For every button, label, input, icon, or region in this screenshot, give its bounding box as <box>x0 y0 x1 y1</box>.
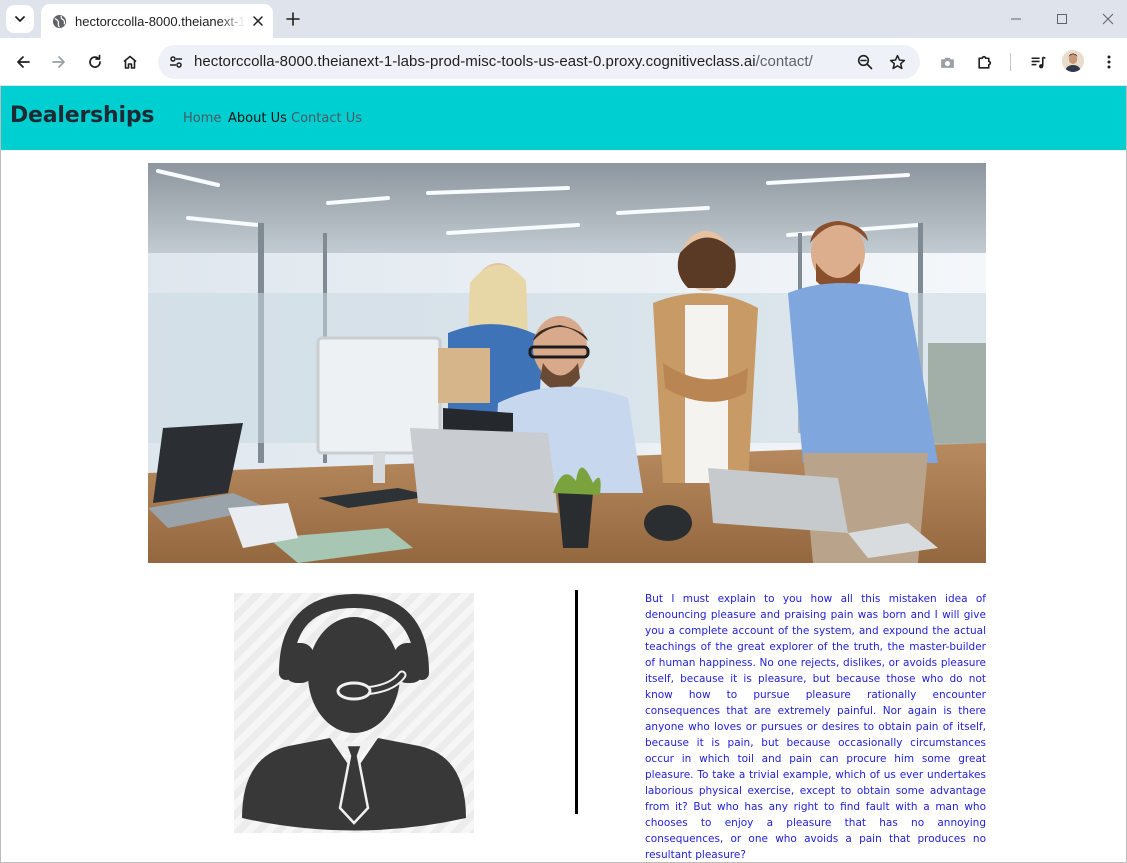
tab-close-button[interactable] <box>249 12 267 30</box>
bookmark-button[interactable] <box>887 52 907 72</box>
globe-icon <box>51 13 67 29</box>
content-divider <box>575 590 578 814</box>
extensions-button[interactable] <box>970 48 998 76</box>
tune-icon <box>170 56 182 68</box>
camera-icon <box>940 57 954 68</box>
arrow-left-icon <box>17 56 30 68</box>
nav-link-home[interactable]: Home <box>183 111 221 126</box>
new-tab-button[interactable] <box>282 8 304 30</box>
reload-button[interactable] <box>81 48 109 76</box>
tab-search-button[interactable] <box>6 5 34 33</box>
minimize-icon <box>1011 18 1021 20</box>
queue-music-icon <box>1031 55 1046 68</box>
browser-menu-button[interactable] <box>1095 48 1123 76</box>
customer-support-image <box>234 593 474 833</box>
puzzle-icon <box>977 55 991 69</box>
site-navbar: Dealerships Home About Us Contact Us <box>1 86 1126 150</box>
browser-toolbar: hectorccolla-8000.theianext-1-labs-prod-… <box>0 38 1127 86</box>
browser-tab-strip: hectorccolla-8000.theianext-1-l <box>0 0 1127 38</box>
maximize-button[interactable] <box>1045 5 1079 33</box>
close-icon <box>1102 13 1114 25</box>
headset-agent-icon <box>234 593 474 833</box>
avatar-icon <box>1062 50 1084 72</box>
close-window-button[interactable] <box>1091 5 1125 33</box>
url-text[interactable]: hectorccolla-8000.theianext-1-labs-prod-… <box>194 53 813 70</box>
reload-icon <box>89 54 101 68</box>
minimize-button[interactable] <box>999 5 1033 33</box>
about-paragraph: But I must explain to you how all this m… <box>645 593 986 861</box>
maximize-icon <box>1057 14 1067 24</box>
url-host: hectorccolla-8000.theianext-1-labs-prod-… <box>194 53 756 70</box>
home-button[interactable] <box>116 48 144 76</box>
kebab-menu-icon <box>1107 55 1111 69</box>
plus-icon <box>286 12 300 26</box>
close-icon <box>253 16 263 26</box>
profile-avatar[interactable] <box>1062 50 1084 72</box>
media-button[interactable] <box>1024 48 1052 76</box>
toolbar-divider <box>1010 53 1011 71</box>
zoom-button[interactable] <box>855 52 875 72</box>
nav-link-about[interactable]: About Us <box>228 111 287 126</box>
url-path: /contact/ <box>755 53 813 70</box>
chevron-down-icon <box>15 16 25 22</box>
browser-tab-active[interactable]: hectorccolla-8000.theianext-1-l <box>41 4 273 38</box>
tab-title: hectorccolla-8000.theianext-1-l <box>75 13 245 29</box>
home-icon <box>123 55 137 69</box>
page-viewport: Dealerships Home About Us Contact Us But… <box>0 86 1127 863</box>
star-icon <box>889 54 905 69</box>
screenshot-button[interactable] <box>933 48 961 76</box>
arrow-right-icon <box>52 56 65 68</box>
brand-title[interactable]: Dealerships <box>10 103 154 128</box>
hero-office-image <box>148 163 986 563</box>
zoom-out-icon <box>857 54 873 70</box>
back-button[interactable] <box>9 48 37 76</box>
site-info-button[interactable] <box>166 52 186 72</box>
forward-button[interactable] <box>45 48 73 76</box>
office-team-photo <box>148 163 986 563</box>
address-bar[interactable]: hectorccolla-8000.theianext-1-labs-prod-… <box>158 45 920 79</box>
nav-link-contact[interactable]: Contact Us <box>291 111 362 126</box>
